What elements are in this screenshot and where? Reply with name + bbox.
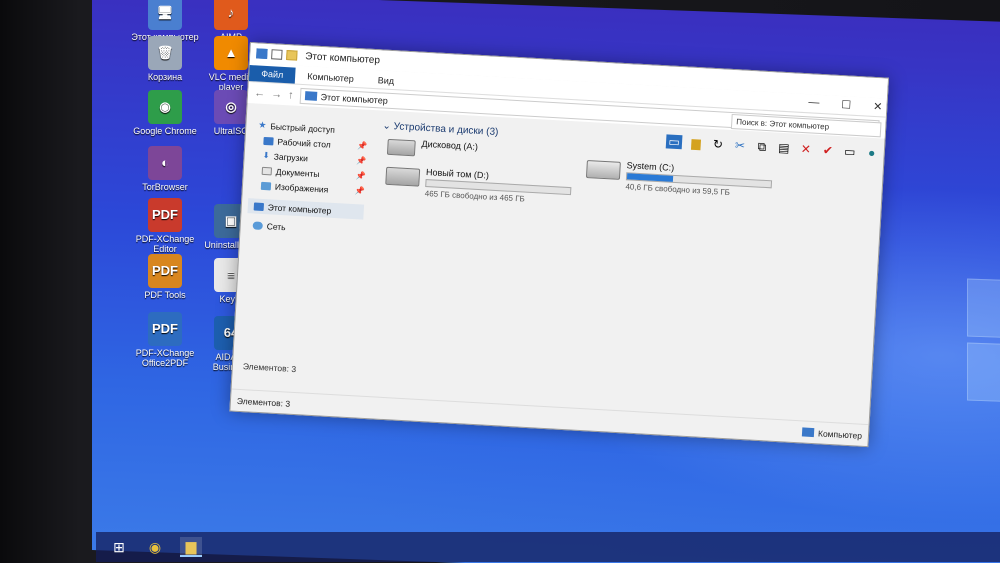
forward-arrow-icon[interactable]: → [271,88,283,101]
desktop-icon [263,136,274,145]
nav-label: Этот компьютер [267,201,332,216]
computer-icon [801,427,815,438]
app-icon: PDF [148,312,182,346]
hard-drive-icon [385,166,421,187]
app-icon: 🗑 [148,36,182,70]
computer-icon [304,91,317,101]
system-drive-icon [585,159,621,180]
view-icon[interactable]: ▭ [665,134,683,150]
file-explorer-icon[interactable]: ▆ [180,537,202,557]
nav-label: Изображения [274,181,329,195]
nav-label: Документы [275,166,320,179]
windows-wallpaper-logo [967,278,1000,413]
pictures-icon [260,181,272,190]
desktop-icon-item[interactable]: PDF PDF-XChange Editor [130,198,200,254]
tab-file[interactable]: Файл [248,65,296,84]
new-folder-icon[interactable] [286,50,298,61]
star-icon: ★ [258,119,267,131]
content-area: ★ Быстрый доступ Рабочий стол 📌 ⬇ Загруз… [232,105,885,424]
cut-icon[interactable]: ✂ [732,138,749,153]
items-count: Элементов: 3 [236,395,291,409]
app-icon: PDF [148,198,182,232]
app-icon: ◐ [148,146,182,180]
main-pane: Поиск в: Этот компьютер ⌄ Устройства и д… [359,112,884,424]
checkmark-icon[interactable]: ✔ [819,143,836,158]
app-icon: PDF [148,254,182,288]
drive-c[interactable]: System (C:) 40,6 ГБ свободно из 59,5 ГБ [585,158,773,199]
taskbar: ⊞ ◉ ▆ [96,532,1000,562]
close-button[interactable]: ✕ [873,100,883,113]
maximize-button[interactable]: ☐ [841,98,852,112]
group-header-label: Устройства и диски (3) [393,121,499,138]
drive-name: Дисковод (A:) [421,138,479,152]
documents-icon [261,166,273,175]
pin-icon: 📌 [354,186,366,196]
network-icon [252,220,263,230]
desktop-icon-item[interactable]: PDF PDF Tools [130,254,200,300]
app-icon: ♪ [214,0,248,30]
desktop-icon-label: Корзина [147,72,183,82]
pin-icon: 📌 [356,156,367,166]
chrome-icon[interactable]: ◉ [144,537,166,557]
status-location: Компьютер [817,427,863,441]
desktop-icon-label: PDF-XChange Editor [135,234,195,254]
minimize-button[interactable]: — [808,96,820,110]
nav-label: Сеть [266,220,286,232]
desktop-icon-item[interactable]: PDF PDF-XChange Office2PDF [130,312,200,368]
paste-icon[interactable]: ▤ [776,141,793,156]
rename-icon[interactable]: ▭ [841,144,858,159]
properties-icon[interactable] [271,49,283,60]
nav-item-this-pc[interactable]: Этот компьютер [247,198,365,220]
start-button[interactable]: ⊞ [108,537,130,557]
pin-icon: 📌 [357,141,368,151]
refresh-icon[interactable]: ↻ [710,137,727,152]
address-text: Этот компьютер [320,91,389,106]
folder-icon[interactable]: ▆ [688,136,705,151]
desktop-icon-label: PDF Tools [144,290,186,300]
nav-label: Загрузки [273,151,309,163]
status-right: Компьютер [801,427,863,441]
back-arrow-icon[interactable]: ← [254,87,266,100]
app-icon: ◎ [214,90,248,124]
drive-d[interactable]: Новый том (D:) 465 ГБ свободно из 465 ГБ [385,165,572,206]
nav-label: Рабочий стол [277,136,332,150]
desktop-icon-label: PDF-XChange Office2PDF [135,348,195,368]
computer-icon [253,201,265,211]
chevron-down-icon: ⌄ [382,120,394,133]
floppy-drive-icon [386,138,416,157]
computer-icon [256,48,268,59]
delete-icon[interactable]: ✕ [798,142,815,157]
nav-label: Быстрый доступ [270,120,336,135]
desktop-icon-label: Google Chrome [133,126,197,136]
desktop-icon-item[interactable]: ◉ Google Chrome [130,90,200,136]
up-arrow-icon[interactable]: ↑ [288,89,294,101]
nav-item-network[interactable]: Сеть [246,217,363,238]
desktop-icon-item[interactable]: 🗑 Корзина [130,36,200,82]
pin-icon: 📌 [355,171,366,181]
desktop-icon-item[interactable]: ◐ TorBrowser [130,146,200,192]
app-icon: ▲ [214,36,248,70]
custom-toolbar: ▭ ▆ ↻ ✂ ⧉ ▤ ✕ ✔ ▭ ● [665,134,880,160]
explorer-window: Этот компьютер Файл Компьютер Вид — ☐ ✕ … [229,42,890,448]
quick-access-toolbar [256,48,298,61]
globe-icon[interactable]: ● [863,145,880,160]
app-icon: ◉ [148,90,182,124]
app-icon: 🖥 [148,0,182,30]
tab-view[interactable]: Вид [365,72,406,90]
desktop-icon-label: TorBrowser [142,182,188,192]
drive-a[interactable]: Дисковод (A:) [386,137,479,160]
copy-icon[interactable]: ⧉ [754,139,771,154]
navigation-pane: ★ Быстрый доступ Рабочий стол 📌 ⬇ Загруз… [232,105,376,396]
download-icon: ⬇ [262,149,271,161]
